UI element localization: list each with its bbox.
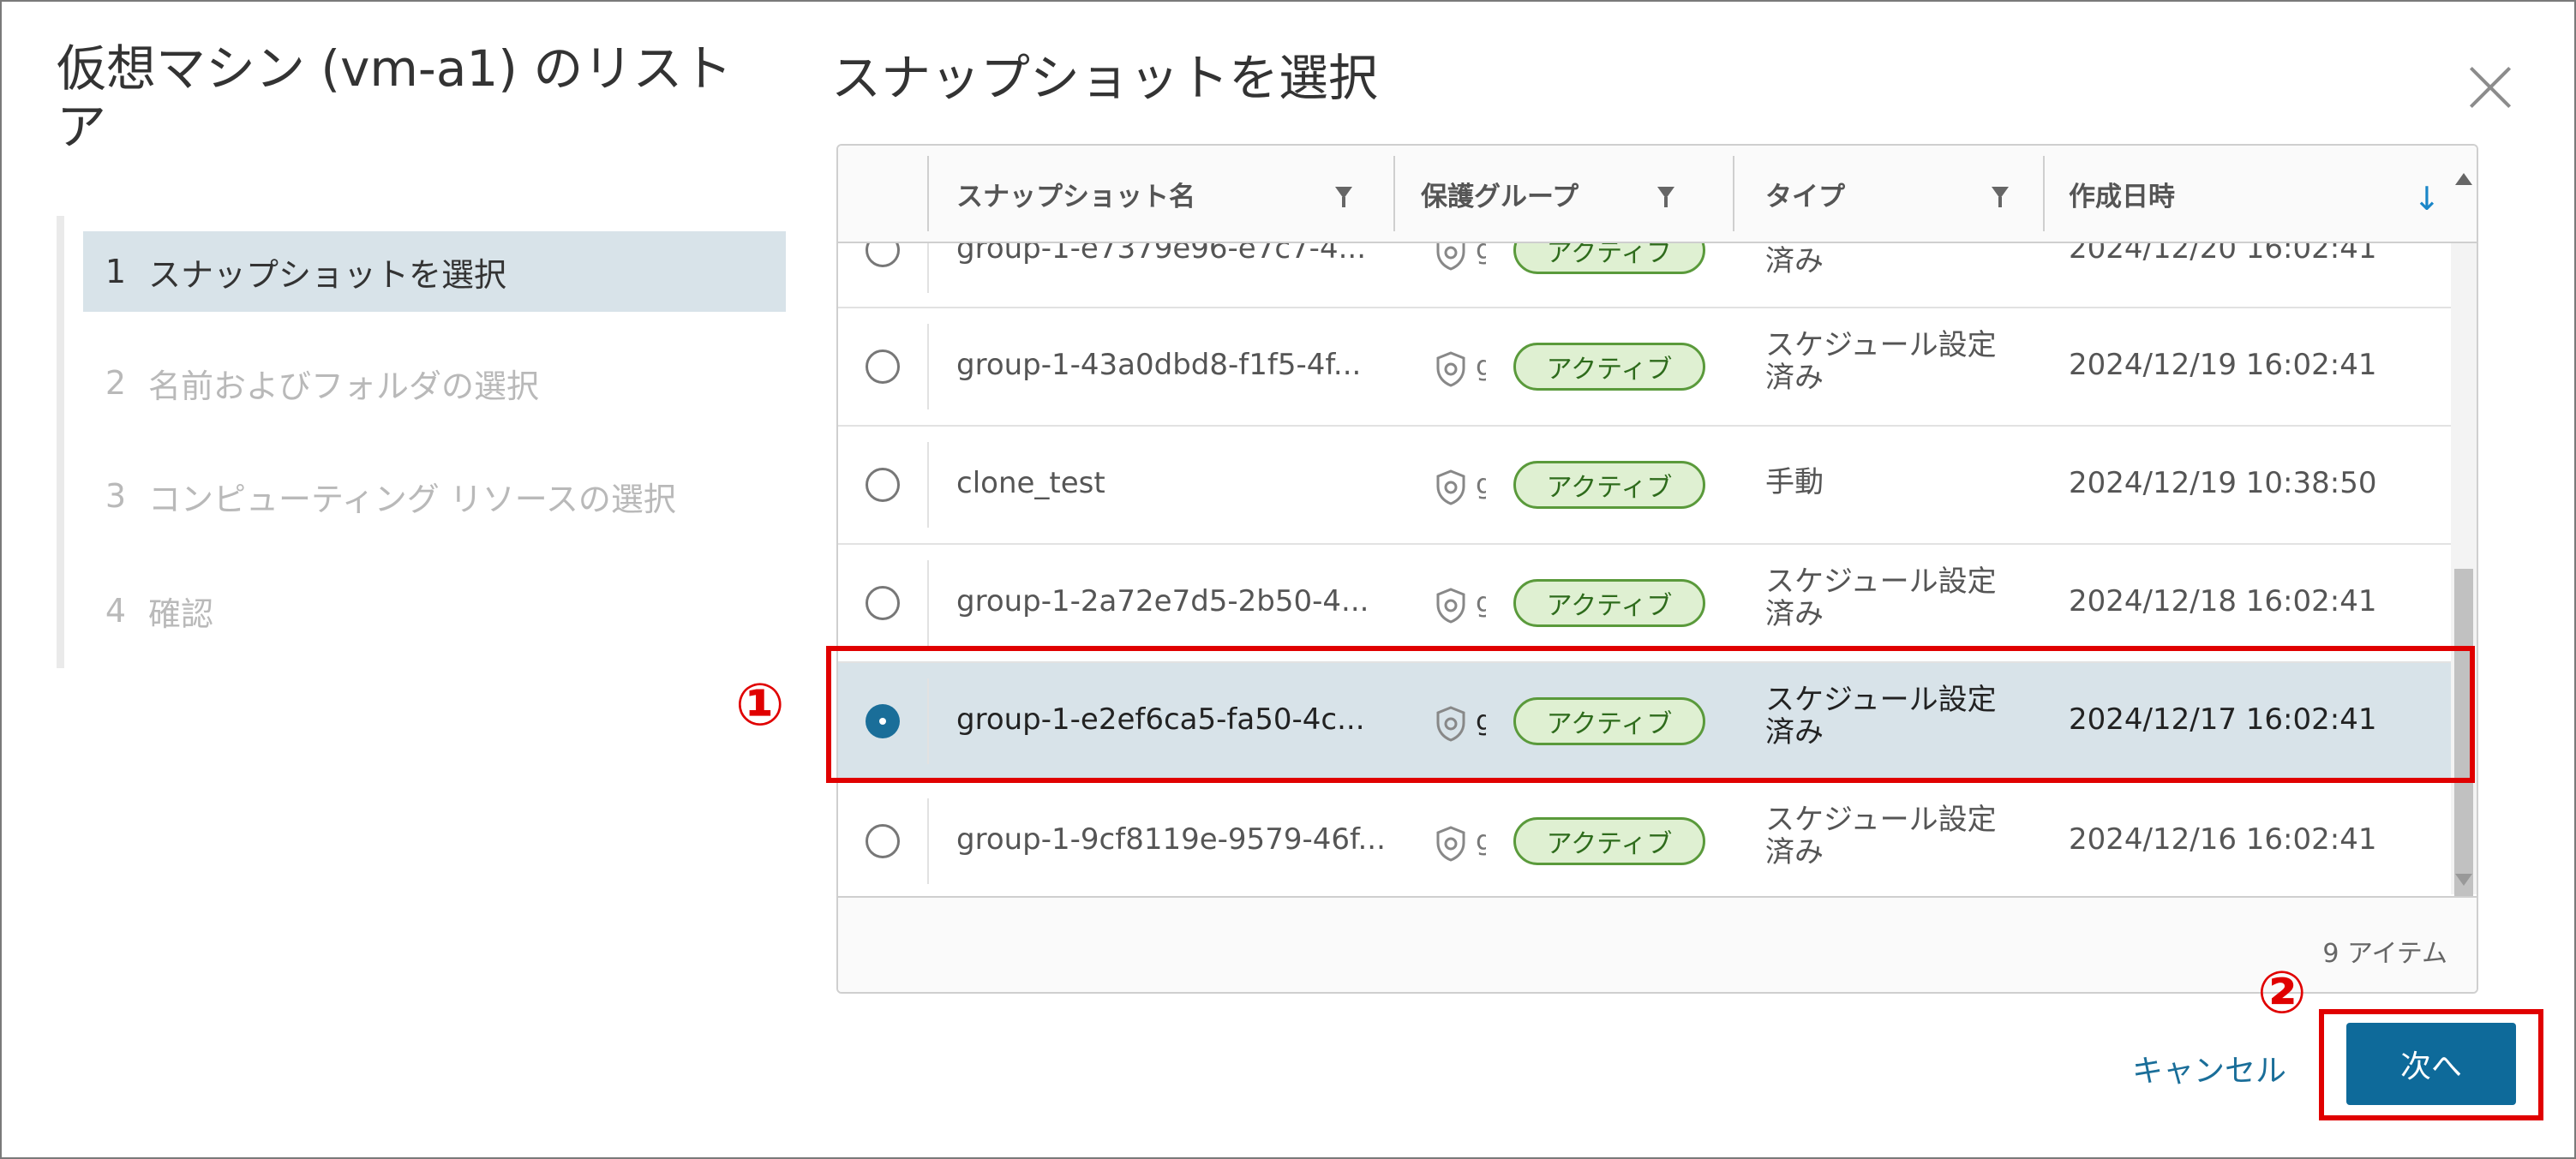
header-divider <box>1733 156 1734 231</box>
arrow-down-icon[interactable]: ↓ <box>2413 180 2441 218</box>
created-date: 2024/12/20 16:02:41 <box>2069 243 2377 266</box>
row-radio[interactable] <box>866 468 900 502</box>
row-radio[interactable] <box>866 824 900 858</box>
column-header-label: タイプ <box>1765 181 1845 212</box>
cancel-button[interactable]: キャンセル <box>2127 1045 2291 1091</box>
status-badge: アクティブ <box>1513 461 1705 509</box>
snapshot-name: clone_test <box>956 466 1105 500</box>
row-divider <box>927 243 929 293</box>
created-date: 2024/12/19 10:38:50 <box>2069 466 2377 500</box>
status-badge: アクティブ <box>1513 243 1705 274</box>
snapshot-type: スケジュール設定済み <box>1765 243 1997 278</box>
column-header-type[interactable]: タイプ <box>1765 146 2009 242</box>
snapshot-name: group-1-e7379e96-e7c7-4... <box>956 243 1367 266</box>
restore-dialog: 仮想マシン (vm-a1) のリストア 1 スナップショットを選択 2 名前およ… <box>0 0 2576 1159</box>
dialog-title: 仮想マシン (vm-a1) のリストア <box>57 39 733 156</box>
protection-group-name: g <box>1476 349 1486 382</box>
snapshot-name: group-1-9cf8119e-9579-46f... <box>956 822 1386 857</box>
step-label: 確認 <box>148 594 214 633</box>
shield-icon <box>1436 826 1465 862</box>
wizard-steps: 1 スナップショットを選択 2 名前およびフォルダの選択 3 コンピューティング… <box>57 216 789 668</box>
row-radio[interactable] <box>866 349 900 384</box>
table-row[interactable]: clone_test g アクティブ 手動 2024/12/19 10:38:5… <box>838 427 2451 545</box>
column-header-created[interactable]: 作成日時 <box>2069 146 2326 242</box>
shield-icon <box>1436 469 1465 505</box>
table-row[interactable]: group-1-e7379e96-e7c7-4... g アクティブ スケジュー… <box>838 243 2451 308</box>
column-header-label: スナップショット名 <box>956 181 1195 212</box>
snapshot-name: group-1-2a72e7d5-2b50-4... <box>956 584 1369 618</box>
step-number: 4 <box>105 592 127 630</box>
row-divider <box>927 442 929 528</box>
row-radio[interactable] <box>866 586 900 620</box>
status-badge: アクティブ <box>1513 343 1705 391</box>
step-number: 3 <box>105 477 127 515</box>
column-header-protection-group[interactable]: 保護グループ <box>1421 146 1678 242</box>
header-divider <box>2043 156 2045 231</box>
filter-icon[interactable] <box>1657 187 1674 207</box>
item-count: 9 アイテム <box>2322 939 2447 969</box>
protection-group-name: g <box>1476 468 1486 500</box>
snapshot-type: スケジュール設定済み <box>1765 565 1997 631</box>
created-date: 2024/12/18 16:02:41 <box>2069 584 2377 618</box>
close-icon[interactable] <box>2468 65 2513 110</box>
grid-body: group-1-e7379e96-e7c7-4... g アクティブ スケジュー… <box>838 243 2451 894</box>
grid-header: スナップショット名 保護グループ タイプ 作成日時 ↓ <box>838 146 2477 243</box>
protection-group-name: g <box>1476 243 1486 266</box>
column-header-label: 保護グループ <box>1421 181 1579 212</box>
snapshot-type: 手動 <box>1765 465 1824 499</box>
filter-icon[interactable] <box>1335 187 1352 207</box>
highlight-box-next-button <box>2319 1009 2543 1120</box>
scroll-up-icon[interactable] <box>2455 173 2472 185</box>
snapshot-name: group-1-43a0dbd8-f1f5-4f... <box>956 348 1362 382</box>
scroll-down-icon[interactable] <box>2455 874 2472 886</box>
created-date: 2024/12/16 16:02:41 <box>2069 822 2377 857</box>
column-header-label: 作成日時 <box>2069 181 2175 212</box>
step-3: 3 コンピューティング リソースの選択 <box>83 456 786 536</box>
protection-group-name: g <box>1476 586 1486 618</box>
row-divider <box>927 798 929 884</box>
shield-icon <box>1436 588 1465 624</box>
header-divider <box>1393 156 1395 231</box>
annotation-number-2: ② <box>2257 959 2307 1027</box>
step-label: 名前およびフォルダの選択 <box>148 367 540 405</box>
snapshot-type: スケジュール設定済み <box>1765 803 1997 869</box>
shield-icon <box>1436 351 1465 387</box>
column-header-snapshot-name[interactable]: スナップショット名 <box>956 146 1352 242</box>
shield-icon <box>1436 243 1465 271</box>
protection-group-name: g <box>1476 824 1486 857</box>
step-4: 4 確認 <box>83 571 786 651</box>
table-row[interactable]: group-1-43a0dbd8-f1f5-4f... g アクティブ スケジュ… <box>838 308 2451 427</box>
table-row[interactable]: group-1-9cf8119e-9579-46f... g アクティブ スケジ… <box>838 783 2451 894</box>
step-2: 2 名前およびフォルダの選択 <box>83 343 786 423</box>
snapshot-grid: スナップショット名 保護グループ タイプ 作成日時 ↓ group-1-e737… <box>836 144 2478 994</box>
snapshot-type: スケジュール設定済み <box>1765 328 1997 395</box>
vertical-scrollbar[interactable] <box>2451 243 2477 992</box>
grid-footer: 9 アイテム <box>838 896 2477 992</box>
filter-icon[interactable] <box>1992 187 2009 207</box>
step-number: 1 <box>105 253 127 290</box>
step-number: 2 <box>105 364 127 402</box>
step-label: スナップショットを選択 <box>148 255 507 294</box>
row-divider <box>927 324 929 409</box>
panel-title: スナップショットを選択 <box>831 49 1379 107</box>
status-badge: アクティブ <box>1513 579 1705 627</box>
highlight-box-selected-row <box>826 646 2475 783</box>
created-date: 2024/12/19 16:02:41 <box>2069 348 2377 382</box>
header-divider <box>927 156 929 231</box>
annotation-number-1: ① <box>735 672 785 739</box>
row-radio[interactable] <box>866 243 900 267</box>
row-divider <box>927 560 929 646</box>
step-1[interactable]: 1 スナップショットを選択 <box>83 231 786 312</box>
status-badge: アクティブ <box>1513 817 1705 865</box>
step-label: コンピューティング リソースの選択 <box>148 480 676 518</box>
